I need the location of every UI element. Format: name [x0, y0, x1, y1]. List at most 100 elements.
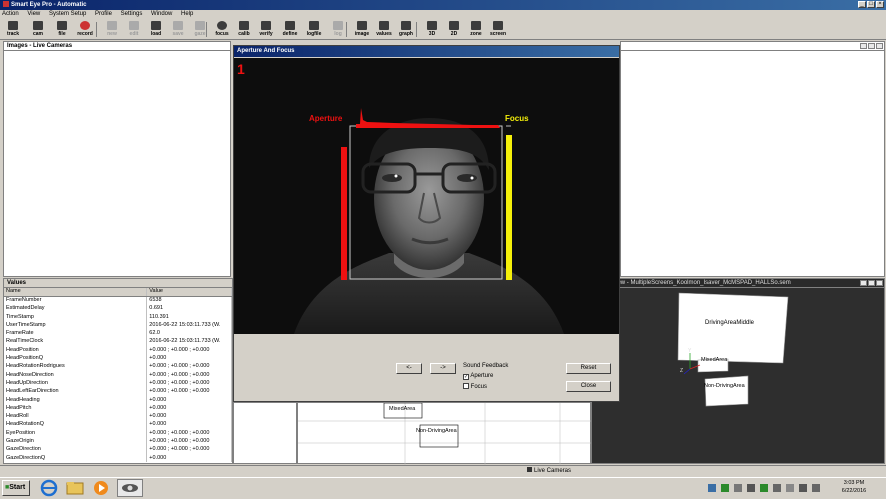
- menu-window[interactable]: Window: [151, 11, 172, 17]
- toolbar-track-button[interactable]: track: [3, 21, 23, 38]
- table-row[interactable]: HeadNoseDirection +0.000 ; +0.000 ; +0.00…: [4, 370, 232, 380]
- menu-profile[interactable]: Profile: [95, 11, 112, 17]
- camera-icon: [33, 21, 43, 30]
- toolbar-verify-button[interactable]: verify: [256, 21, 276, 38]
- menu-settings[interactable]: Settings: [121, 11, 143, 17]
- toolbar-gaze-button[interactable]: gaze: [190, 21, 210, 38]
- toolbar-calib-button[interactable]: calib: [234, 21, 254, 38]
- value-cell: +0.000: [146, 354, 232, 363]
- toolbar-screen-button[interactable]: screen: [488, 21, 508, 38]
- column-value[interactable]: Value: [146, 288, 232, 297]
- table-row[interactable]: GazeDirection +0.000 ; +0.000 ; +0.000: [4, 445, 232, 454]
- table-row[interactable]: TimeStamp 110.391: [4, 312, 232, 322]
- close-button[interactable]: Close: [566, 381, 611, 392]
- toolbar-new-button[interactable]: new: [102, 21, 122, 38]
- toolbar-log-button[interactable]: log: [328, 21, 348, 38]
- world-view-pane[interactable]: World View - MultipleScreens_Koolmon_Isa…: [591, 278, 885, 464]
- toolbar-cam-button[interactable]: cam: [28, 21, 48, 38]
- pane-minimize-icon[interactable]: [860, 43, 867, 49]
- focus-checkbox[interactable]: [463, 383, 469, 389]
- toolbar-button-label: log: [334, 31, 342, 37]
- toolbar-graph-button[interactable]: graph: [396, 21, 416, 38]
- driving-area-middle-shape: [677, 292, 789, 364]
- start-button[interactable]: ■Start: [2, 480, 30, 496]
- table-row[interactable]: HeadLeftEarDirection +0.000 ; +0.000 ; +0…: [4, 387, 232, 396]
- world-maximize-icon[interactable]: [868, 280, 875, 286]
- toolbar-button-label: 3D: [428, 31, 436, 37]
- toolbar-file-button[interactable]: file: [52, 21, 72, 38]
- toolbar-values-button[interactable]: values: [374, 21, 394, 38]
- table-row[interactable]: UserTimeStamp 2016-06-22 15:03:11.733 (W.: [4, 321, 232, 330]
- toolbar-button-label: save: [172, 31, 184, 37]
- clock-date[interactable]: 6/22/2016: [837, 488, 871, 494]
- toolbar-record-button[interactable]: record: [75, 21, 95, 38]
- reset-button[interactable]: Reset: [566, 363, 611, 374]
- world-minimize-icon[interactable]: [860, 280, 867, 286]
- column-name[interactable]: Name: [4, 288, 148, 297]
- table-row[interactable]: HeadPosition +0.000 ; +0.000 ; +0.000: [4, 346, 232, 355]
- value-name-cell: HeadPosition: [4, 346, 148, 355]
- file-explorer-icon[interactable]: [64, 479, 86, 497]
- focus-checkbox-row[interactable]: Focus: [463, 383, 487, 390]
- toolbar-define-button[interactable]: define: [280, 21, 300, 38]
- toolbar-focus-button[interactable]: focus: [212, 21, 232, 38]
- value-name-cell: UserTimeStamp: [4, 321, 148, 330]
- menu-help[interactable]: Help: [181, 11, 193, 17]
- clock-time[interactable]: 3:03 PM: [837, 480, 871, 486]
- toolbar-2d-button[interactable]: 2D: [444, 21, 464, 38]
- table-row[interactable]: GazeDirectionQ +0.000: [4, 453, 232, 463]
- focus-bar: [506, 135, 512, 280]
- menu-action[interactable]: Action: [2, 11, 19, 17]
- internet-explorer-icon[interactable]: [38, 479, 60, 497]
- world-close-icon[interactable]: [876, 280, 883, 286]
- table-row[interactable]: GazeOrigin +0.000 ; +0.000 ; +0.000: [4, 437, 232, 446]
- next-camera-button[interactable]: ->: [430, 363, 456, 374]
- table-row[interactable]: EstimatedDelay 0.691: [4, 304, 232, 313]
- media-player-icon[interactable]: [90, 479, 112, 497]
- toolbar-button-label: verify: [259, 31, 273, 37]
- table-row[interactable]: HeadRoll +0.000: [4, 412, 232, 421]
- menu-view[interactable]: View: [27, 11, 40, 17]
- minimize-button[interactable]: _: [858, 1, 866, 8]
- toolbar-zone-button[interactable]: zone: [466, 21, 486, 38]
- table-row[interactable]: HeadRotationQ +0.000: [4, 420, 232, 430]
- aperture-checkbox[interactable]: ✓: [463, 374, 469, 380]
- table-row[interactable]: FrameRate 62.0: [4, 329, 232, 338]
- toolbar-logfile-button[interactable]: logfile: [304, 21, 324, 38]
- toolbar: track cam file record new edit load save gaze foc…: [0, 19, 886, 40]
- table-row[interactable]: RealTimeClock 2016-06-22 15:03:11.733 (W.: [4, 337, 232, 347]
- pane-maximize-icon[interactable]: [868, 43, 875, 49]
- verify-icon: [261, 21, 271, 30]
- toolbar-load-button[interactable]: load: [146, 21, 166, 38]
- file-icon: [57, 21, 67, 30]
- toolbar-edit-button[interactable]: edit: [124, 21, 144, 38]
- toolbar-save-button[interactable]: save: [168, 21, 188, 38]
- table-row[interactable]: FrameNumber 6538: [4, 296, 232, 305]
- logfile-icon: [309, 21, 319, 30]
- table-row[interactable]: HeadPositionQ +0.000: [4, 354, 232, 363]
- images-pane-right: [620, 41, 885, 277]
- sound-feedback-label: Sound Feedback: [463, 363, 509, 369]
- toolbar-image-button[interactable]: image: [352, 21, 372, 38]
- menu-system-setup[interactable]: System Setup: [49, 11, 86, 17]
- close-app-button[interactable]: ×: [876, 1, 884, 8]
- app-logo-icon: [3, 1, 9, 7]
- app-title-bar: Smart Eye Pro - Automatic: [0, 0, 886, 10]
- value-cell: +0.000 ; +0.000 ; +0.000: [146, 437, 232, 446]
- tray-icons[interactable]: [706, 481, 826, 499]
- table-row[interactable]: HeadUpDirection +0.000 ; +0.000 ; +0.000: [4, 379, 232, 388]
- smart-eye-task-icon[interactable]: [117, 479, 143, 497]
- toolbar-separator: [416, 22, 417, 37]
- previous-camera-button[interactable]: <-: [396, 363, 422, 374]
- aperture-checkbox-row[interactable]: ✓ Aperture: [463, 373, 493, 380]
- maximize-button[interactable]: □: [867, 1, 875, 8]
- pane-close-icon[interactable]: [876, 43, 883, 49]
- zone-2d-view[interactable]: MixedArea Non-DrivingArea: [297, 402, 592, 465]
- table-row[interactable]: HeadRotationRodrigues +0.000 ; +0.000 ; +…: [4, 362, 232, 371]
- table-row[interactable]: HeadPitch +0.000: [4, 404, 232, 413]
- value-name-cell: HeadUpDirection: [4, 379, 148, 388]
- toolbar-button-label: load: [150, 31, 162, 37]
- table-row[interactable]: EyePosition +0.000 ; +0.000 ; +0.000: [4, 429, 232, 438]
- toolbar-3d-button[interactable]: 3D: [422, 21, 442, 38]
- table-row[interactable]: HeadHeading +0.000: [4, 395, 232, 405]
